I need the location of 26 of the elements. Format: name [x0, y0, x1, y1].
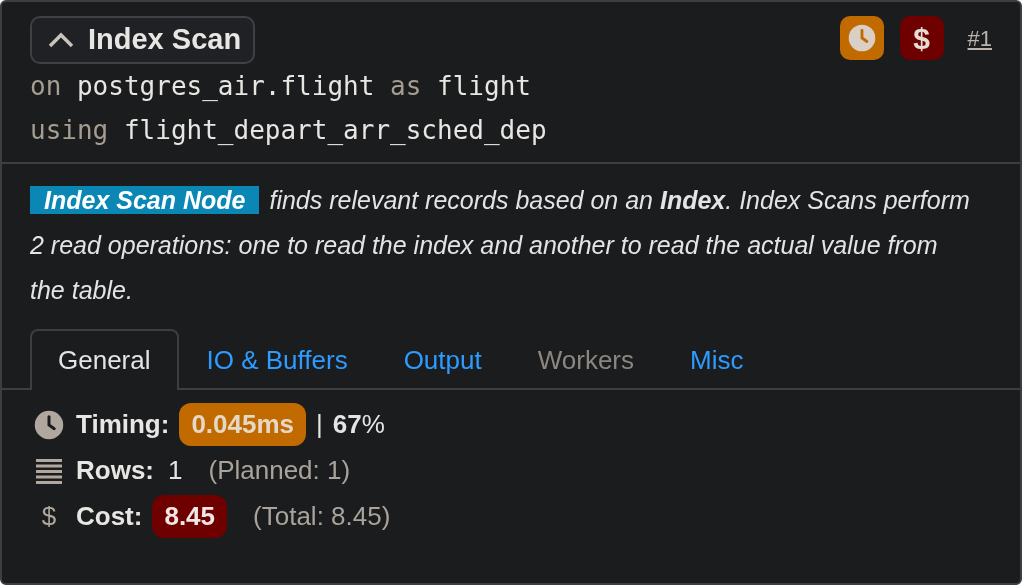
relation-name: postgres_air.flight — [76, 70, 375, 101]
dollar-sign: $ — [40, 500, 58, 533]
tab[interactable]: Output — [375, 328, 510, 390]
stat-label: Cost: — [76, 500, 143, 533]
relation-name: flight — [437, 70, 531, 101]
stat-label: Timing: — [76, 408, 170, 441]
stat-detail: 67% — [332, 408, 385, 441]
stat-detail: (Total: 8.45) — [253, 500, 391, 533]
index-name: flight_depart_arr_sched_dep — [123, 114, 547, 145]
cost-badge: $ — [899, 16, 944, 60]
stat-detail: (Planned: 1) — [208, 454, 351, 487]
stat-label: Rows: — [76, 454, 154, 487]
tab[interactable]: IO & Buffers — [178, 328, 376, 390]
separator: | — [316, 408, 323, 441]
stat-value-badge: 8.45 — [152, 495, 228, 538]
clock-icon — [32, 409, 66, 440]
tab[interactable]: General — [30, 328, 179, 390]
node-number-link[interactable]: #1 — [967, 21, 992, 55]
sql-keyword: as — [390, 70, 422, 101]
sql-keyword: using — [30, 114, 109, 145]
node-description: Index Scan Node finds relevant records based on an Index. Index Scans perform 2 read operations: one to read the index and another to read the actual value from the table. — [29, 184, 971, 306]
sql-keyword: on — [30, 70, 62, 101]
stat-value: 1 — [168, 454, 183, 487]
node-title-button[interactable]: Index Scan — [30, 16, 256, 64]
tab[interactable]: Misc — [662, 328, 772, 390]
stat-value-badge: 0.045ms — [179, 403, 307, 446]
